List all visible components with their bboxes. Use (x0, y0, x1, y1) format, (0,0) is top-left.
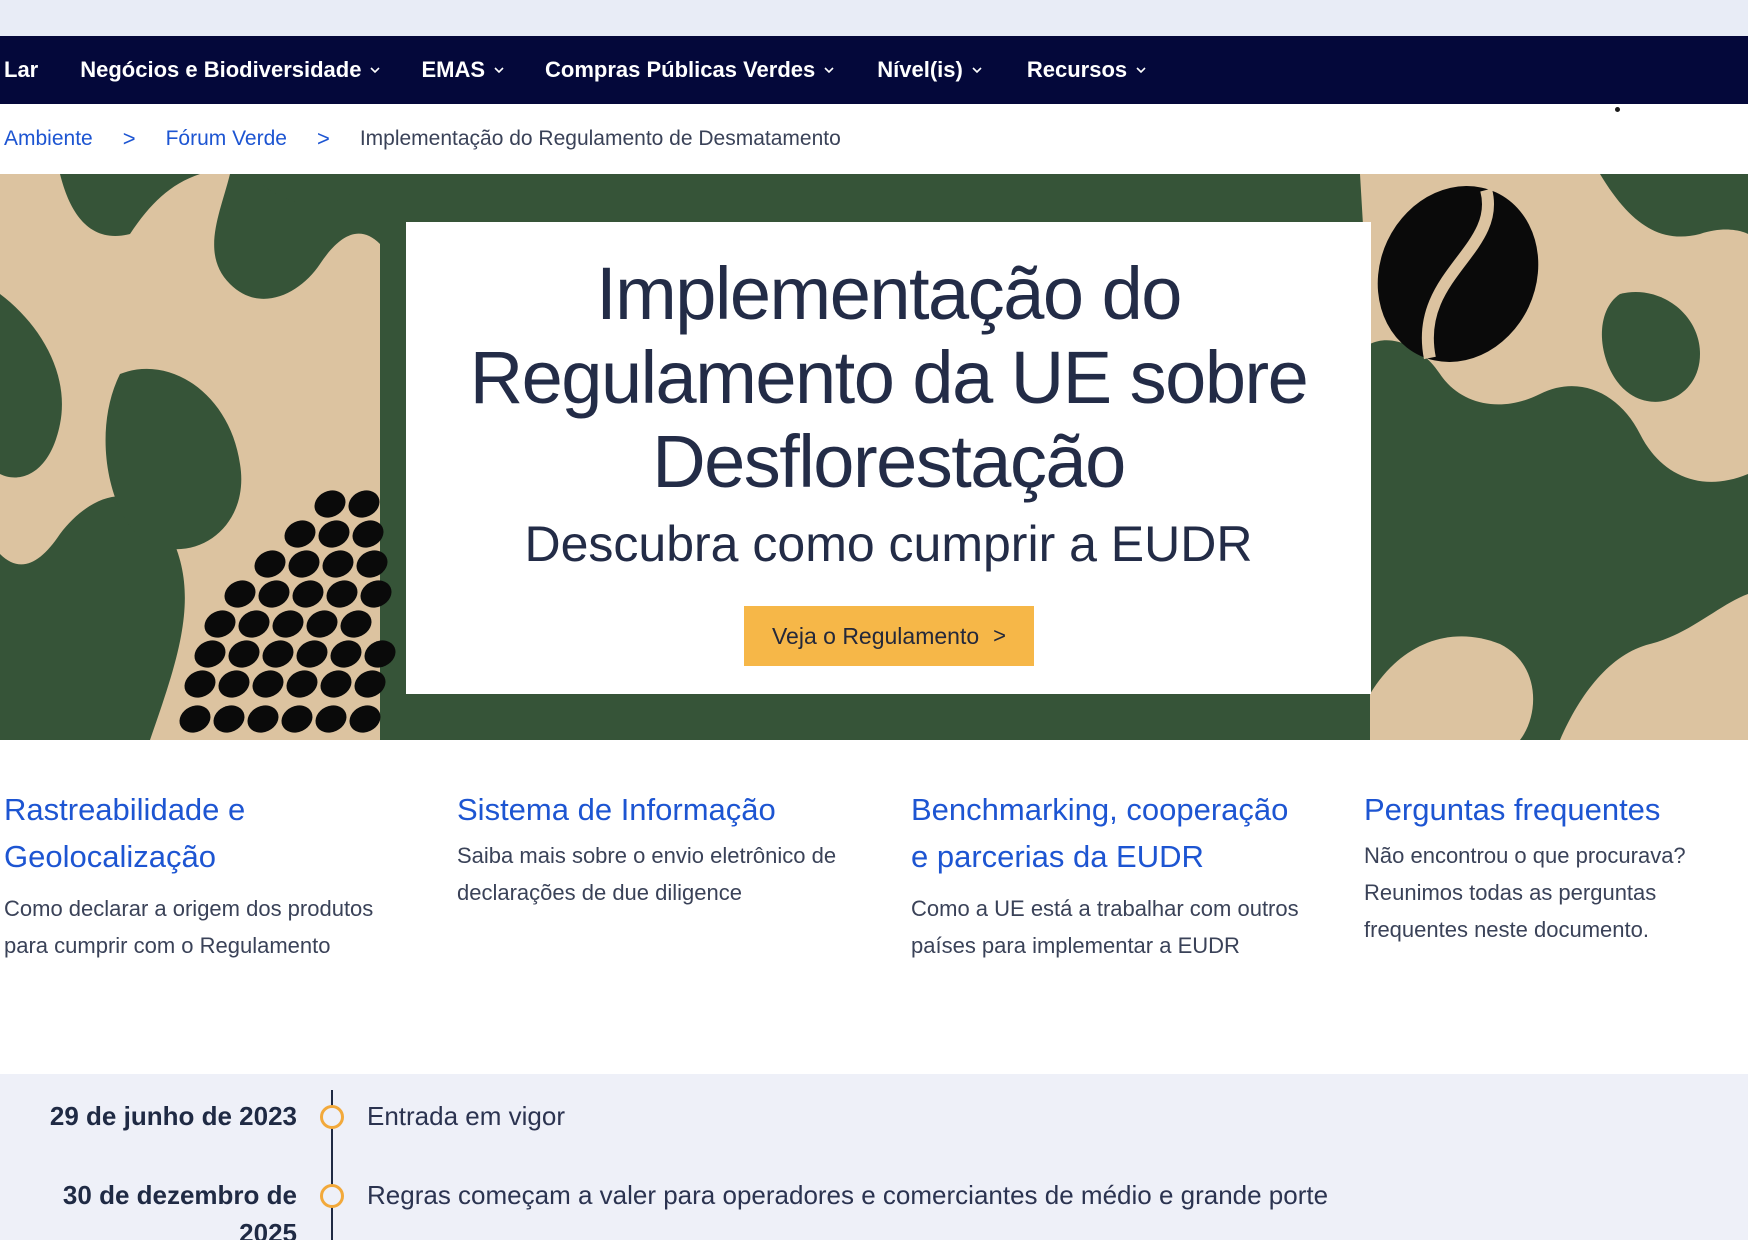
card-benchmarking: Benchmarking, cooperação e parcerias da … (911, 786, 1306, 964)
timeline-marker-icon (320, 1105, 344, 1129)
card-title-link[interactable]: Perguntas frequentes (1364, 786, 1748, 833)
chevron-down-icon (370, 67, 381, 74)
hero-card: Implementação do Regulamento da UE sobre… (406, 222, 1371, 694)
card-description: Não encontrou o que procurava? Reunimos … (1364, 843, 1686, 942)
card-title-link[interactable]: Sistema de Informação (457, 786, 867, 833)
nav-item-label: Lar (4, 57, 39, 82)
chevron-down-icon (824, 67, 834, 74)
card-description: Como a UE está a trabalhar com outros pa… (911, 896, 1299, 958)
chevron-down-icon (494, 67, 504, 74)
nav-item-label: Recursos (1026, 57, 1128, 82)
nav-item-label: Compras Públicas Verdes (545, 57, 816, 82)
breadcrumb-current: Implementação do Regulamento de Desmatam… (359, 127, 841, 150)
card-faq: Perguntas frequentes Não encontrou o que… (1364, 786, 1748, 948)
topic-cards: Rastreabilidade e Geolocalização Como de… (0, 740, 1748, 1074)
nav-item-resources[interactable]: Recursos (1027, 57, 1147, 83)
main-nav: Lar Negócios e Biodiversidade EMAS Compr… (0, 36, 1748, 104)
nav-item-business-biodiversity[interactable]: Negócios e Biodiversidade (80, 57, 381, 83)
breadcrumb: Ambiente > Fórum Verde > Implementação d… (0, 104, 1748, 174)
nav-item-emas[interactable]: EMAS (421, 57, 505, 83)
chevron-down-icon (1136, 67, 1146, 74)
timeline-date: 29 de junho de 2023 (49, 1101, 297, 1131)
timeline: 29 de junho de 2023 Entrada em vigor 30 … (0, 1074, 1748, 1240)
view-regulation-button[interactable]: Veja o Regulamento > (744, 606, 1034, 666)
breadcrumb-link-environment[interactable]: Ambiente (4, 127, 93, 151)
chevron-right-icon: > (993, 623, 1006, 648)
hero-subtitle: Descubra como cumprir a EUDR (524, 516, 1253, 572)
timeline-text: Entrada em vigor (367, 1101, 565, 1131)
cursor-dot (1615, 107, 1620, 112)
card-title-link[interactable]: Benchmarking, cooperação e parcerias da … (911, 786, 1306, 880)
browser-top-band (0, 0, 1748, 36)
chevron-right-icon: > (122, 126, 136, 151)
chevron-right-icon: > (316, 126, 330, 151)
card-traceability: Rastreabilidade e Geolocalização Como de… (4, 786, 394, 964)
breadcrumb-link-green-forum[interactable]: Fórum Verde (166, 127, 287, 151)
nav-item-home[interactable]: Lar (4, 57, 38, 83)
timeline-marker-icon (320, 1184, 344, 1208)
nav-item-green-public-procurement[interactable]: Compras Públicas Verdes (545, 57, 835, 83)
card-information-system: Sistema de Informação Saiba mais sobre o… (457, 786, 867, 911)
card-title-link[interactable]: Rastreabilidade e Geolocalização (4, 786, 394, 880)
card-description: Saiba mais sobre o envio eletrônico de d… (457, 843, 837, 905)
hero-title: Implementação do Regulamento da UE sobre… (469, 252, 1309, 503)
timeline-date: 30 de dezembro de 2025 (62, 1180, 297, 1240)
timeline-text: Regras começam a valer para operadores e… (367, 1180, 1329, 1210)
nav-item-label: Nível(is) (877, 57, 963, 82)
nav-item-label: Negócios e Biodiversidade (80, 57, 362, 82)
view-regulation-button-label: Veja o Regulamento (771, 622, 980, 649)
hero-banner: Implementação do Regulamento da UE sobre… (0, 174, 1748, 740)
nav-item-levels[interactable]: Nível(is) (877, 57, 983, 83)
card-description: Como declarar a origem dos produtos para… (4, 896, 374, 958)
nav-item-label: EMAS (421, 57, 486, 82)
chevron-down-icon (972, 67, 982, 74)
